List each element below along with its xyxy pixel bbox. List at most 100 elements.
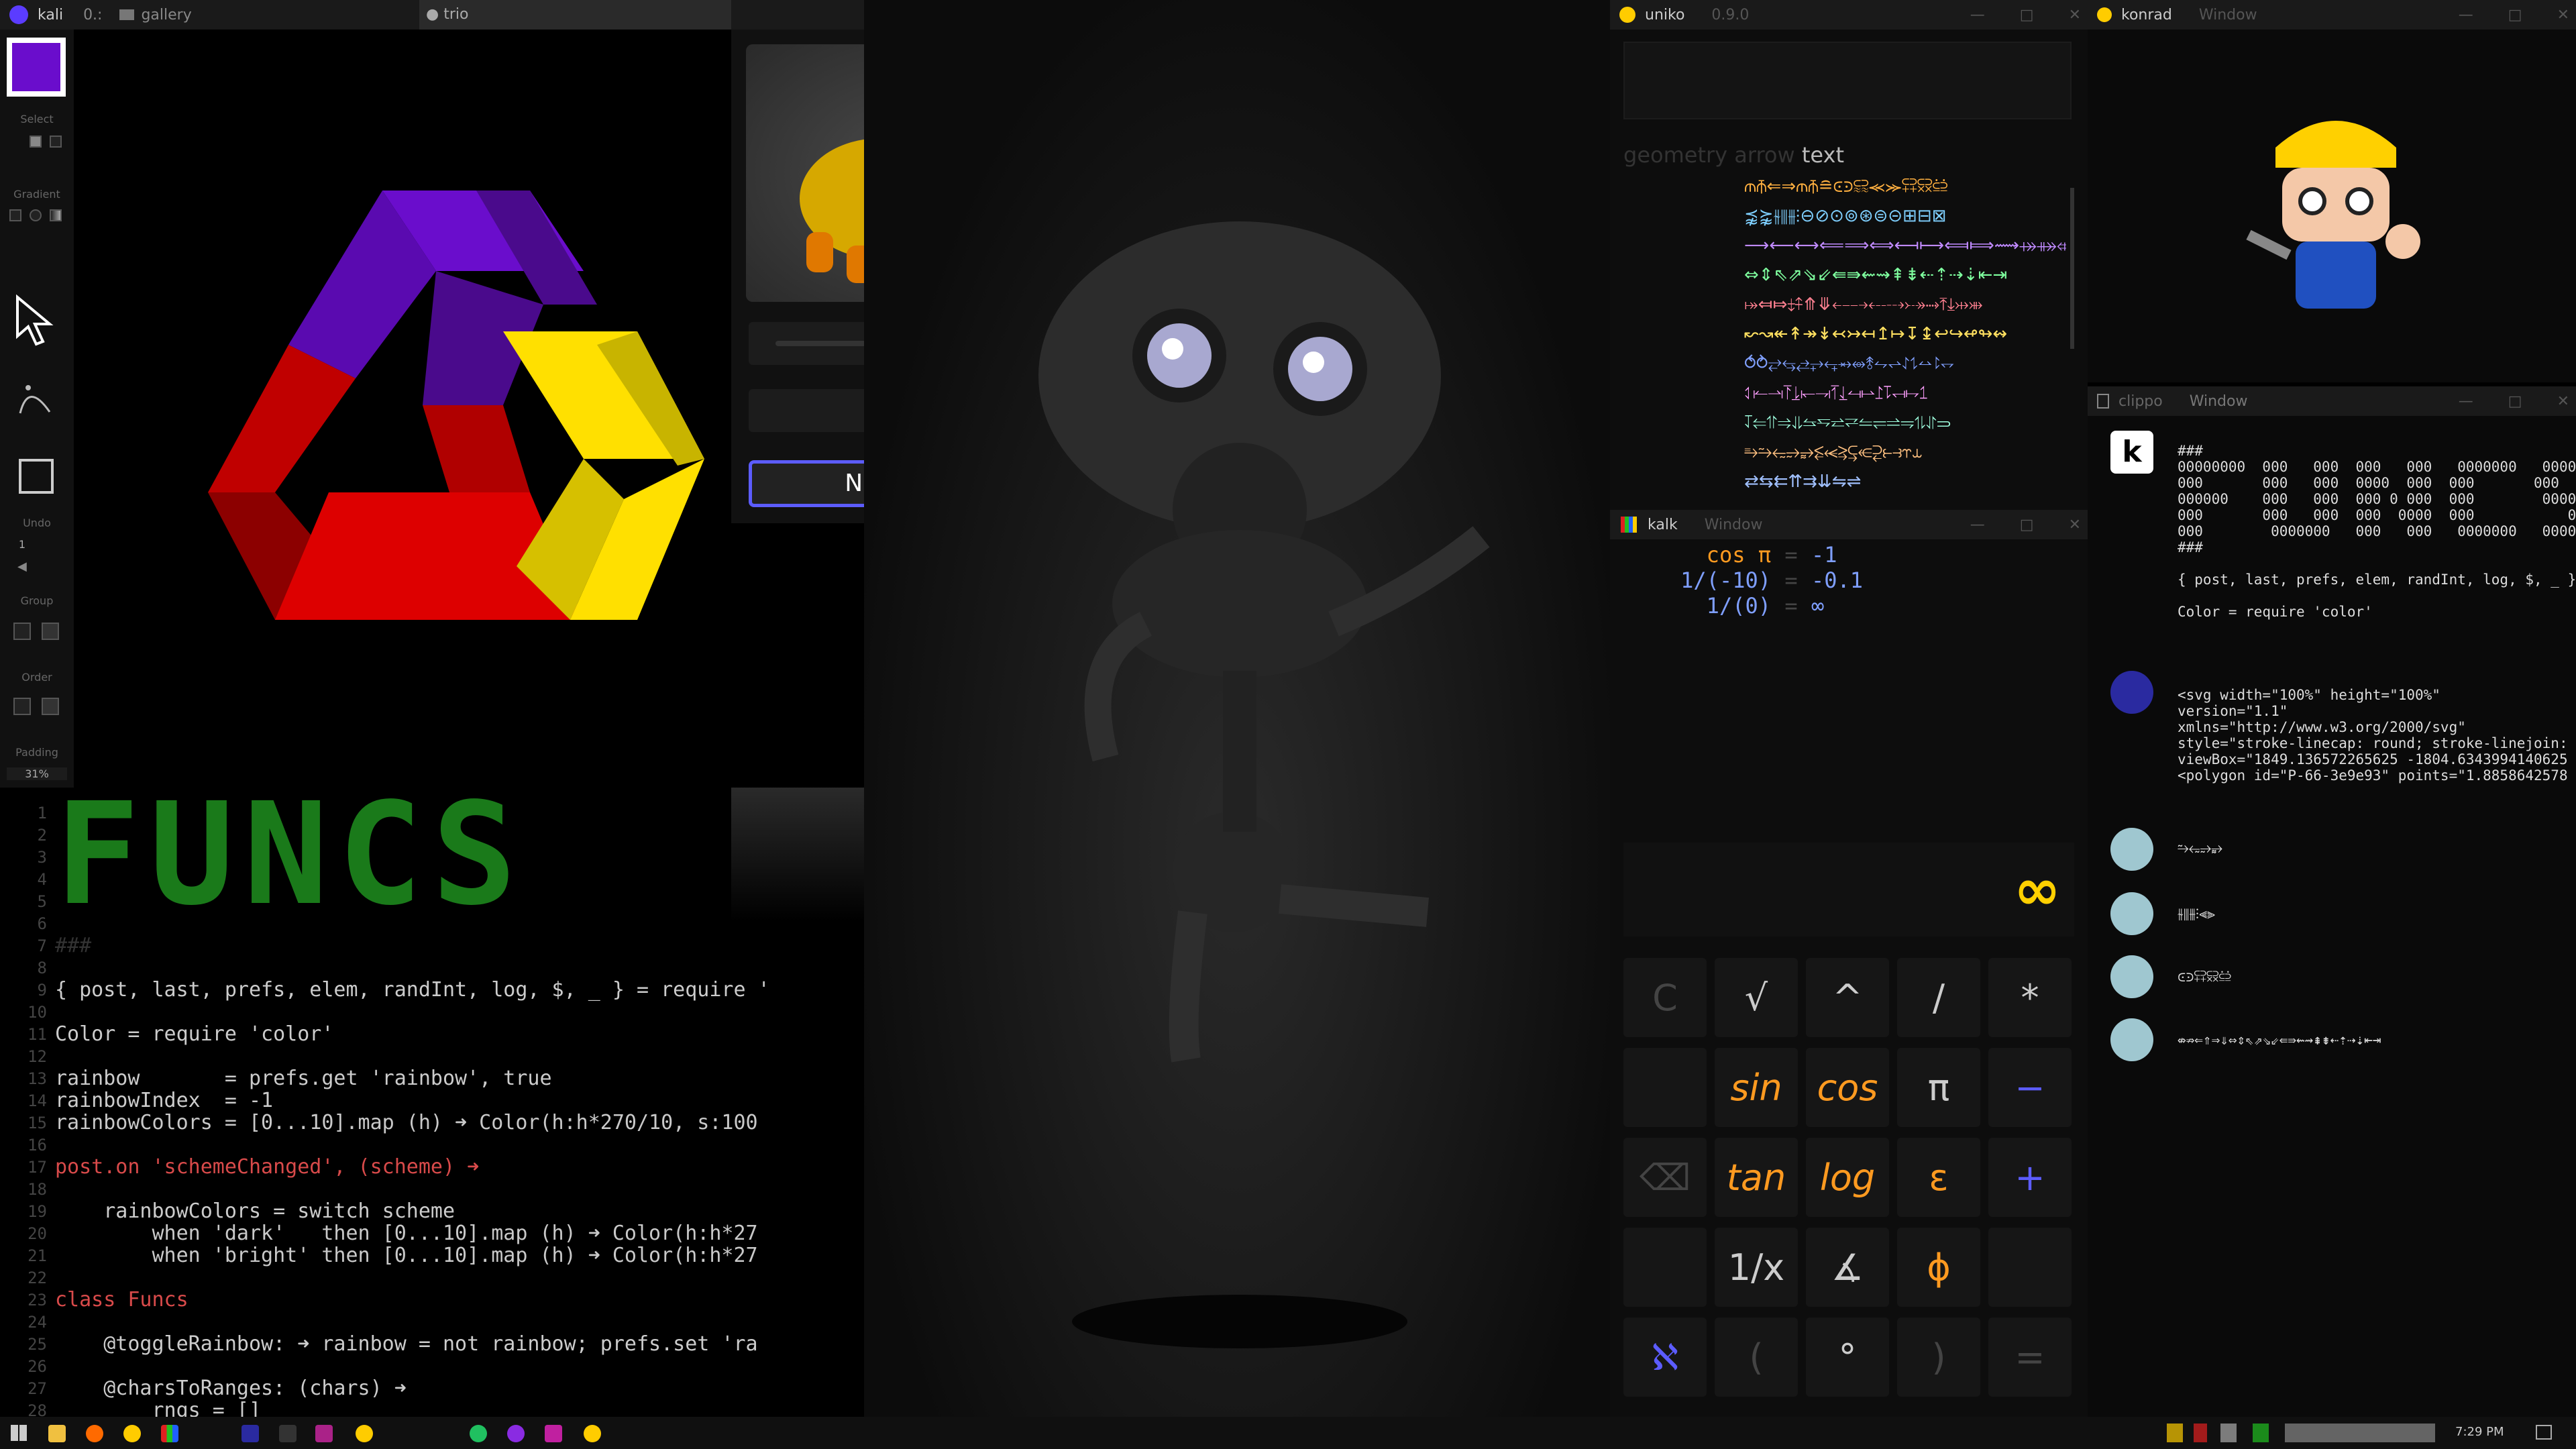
tab-kali[interactable]: kali: [38, 7, 63, 23]
glyph-row[interactable]: ⫙⫚⇐⇒⫙⫚≘⪽⪾⫉⫊⪻⪼⪿⫀⫁⫂⫃⫄: [1744, 172, 2066, 201]
calc-key[interactable]: 1/x: [1715, 1228, 1798, 1307]
glyph-row[interactable]: ⥑⥒⥓⥔⥕⥖⥗⥘⥙⥚⥛⥜⥝⥞⥟⥠: [1744, 378, 2066, 408]
code-line[interactable]: when 'dark' then [0...10].map (h) ➜ Colo…: [55, 1222, 757, 1245]
taskbar-app-icon[interactable]: [315, 1425, 333, 1442]
calc-key[interactable]: ε: [1897, 1138, 1980, 1217]
maximize-icon[interactable]: □: [2020, 517, 2034, 533]
kali-logo-icon[interactable]: [9, 5, 28, 24]
tab-extra[interactable]: 0.:: [83, 7, 102, 23]
taskbar-app-icon[interactable]: [507, 1425, 525, 1442]
taskbar-app-icon[interactable]: [470, 1425, 487, 1442]
gradient-radial-button[interactable]: [30, 209, 42, 221]
maximize-icon[interactable]: □: [2508, 7, 2522, 23]
tab-text[interactable]: text: [1802, 142, 1844, 168]
close-icon[interactable]: ✕: [2557, 393, 2569, 410]
taskbar-explorer-icon[interactable]: [48, 1425, 66, 1442]
glyph-row[interactable]: ⟶⟵⟷⟸⟹⟺⟻⟼⟽⟾⟿⤀⤁⤂⤃⤄: [1744, 231, 2066, 260]
gradient-linear-button[interactable]: [50, 209, 62, 221]
calc-key[interactable]: cos: [1806, 1048, 1889, 1127]
uniko-glyph-grid[interactable]: ⫙⫚⇐⇒⫙⫚≘⪽⪾⫉⫊⪻⪼⪿⫀⫁⫂⫃⫄ ⪹⪺⫳⫴⫵⫶⊖⊘⊙⊚⊛⊜⊝⊞⊟⊠ ⟶⟵⟷⟸⟹…: [1744, 172, 2066, 494]
code-line[interactable]: class Funcs: [55, 1288, 189, 1311]
padding-value[interactable]: 31%: [7, 767, 67, 780]
color-swatch[interactable]: [7, 38, 66, 97]
clip-item[interactable]: ⇎⇏⇐⇑⇒⇓⇔⇕⇖⇗⇘⇙⇚⇛⇜⇝⇞⇟⇠⇡⇢⇣⇤⇥: [2165, 1020, 2576, 1063]
calc-key[interactable]: −: [1988, 1048, 2072, 1127]
calc-key[interactable]: /: [1897, 958, 1980, 1037]
calc-key[interactable]: log: [1806, 1138, 1889, 1217]
order-front-button[interactable]: [13, 698, 31, 715]
select-mode-button[interactable]: [30, 136, 42, 148]
glyph-row[interactable]: ⥱⥲⥳⥴⥵⥶⥷⥸⥹⥺⥻⥼⥽⥾⥿: [1744, 437, 2066, 467]
minimap[interactable]: [731, 788, 864, 922]
pointer-tool-icon[interactable]: [13, 294, 60, 348]
bezier-tool-icon[interactable]: [15, 378, 55, 419]
taskbar-app-icon[interactable]: [584, 1425, 601, 1442]
close-icon[interactable]: ✕: [2069, 517, 2081, 533]
select-mode-button-2[interactable]: [50, 136, 62, 148]
calc-key[interactable]: °: [1806, 1318, 1889, 1397]
calc-key[interactable]: ): [1897, 1318, 1980, 1397]
minimize-icon[interactable]: —: [2459, 7, 2473, 23]
calc-key[interactable]: tan: [1715, 1138, 1798, 1217]
calc-key[interactable]: ∡: [1806, 1228, 1889, 1307]
clip-item[interactable]: ### 00000000 000 000 000 000 0000000 000…: [2165, 433, 2576, 655]
glyph-row[interactable]: ⪹⪺⫳⫴⫵⫶⊖⊘⊙⊚⊛⊜⊝⊞⊟⊠: [1744, 201, 2066, 231]
maximize-icon[interactable]: □: [2508, 393, 2522, 410]
taskbar-konrad-icon[interactable]: [123, 1425, 141, 1442]
code-line[interactable]: post.on 'schemeChanged', (scheme) ➜: [55, 1155, 479, 1179]
taskbar-kali-icon[interactable]: [241, 1425, 259, 1442]
calc-key[interactable]: *: [1988, 958, 2072, 1037]
clip-item[interactable]: ⥲⥳⥴⥵: [2165, 828, 2239, 871]
maximize-icon[interactable]: □: [2020, 7, 2034, 23]
notification-icon[interactable]: [2536, 1425, 2552, 1440]
calc-key[interactable]: =: [1988, 1318, 2072, 1397]
code-line[interactable]: rainbowColors = switch scheme: [55, 1199, 455, 1223]
code-line[interactable]: Color = require 'color': [55, 1022, 333, 1046]
tab-gallery[interactable]: gallery: [141, 7, 191, 23]
taskbar-firefox-icon[interactable]: [86, 1425, 103, 1442]
history-row[interactable]: 1/(-10) = -0.1: [1623, 568, 1863, 593]
taskbar-uniko-icon[interactable]: [356, 1425, 373, 1442]
history-row[interactable]: cos π = -1: [1623, 542, 1863, 568]
code-line[interactable]: rngs = []: [55, 1399, 261, 1417]
glyph-row[interactable]: ⇔⇕⇖⇗⇘⇙⇚⇛⇜⇝⇞⇟⇠⇡⇢⇣⇤⇥: [1744, 260, 2066, 290]
code-line[interactable]: @toggleRainbow: ➜ rainbow = not rainbow;…: [55, 1332, 757, 1356]
calc-key[interactable]: [1623, 1048, 1707, 1127]
taskbar-app-icon[interactable]: [279, 1425, 297, 1442]
tab-arrow[interactable]: arrow: [1734, 142, 1794, 168]
calc-key[interactable]: √: [1715, 958, 1798, 1037]
tab-geometry[interactable]: geometry: [1623, 142, 1727, 168]
code-line[interactable]: when 'bright' then [0...10].map (h) ➜ Co…: [55, 1244, 757, 1267]
glyph-row[interactable]: ⥡⥢⥣⥤⥥⥦⥧⥨⥩⥪⥫⥬⥭⥮⥯⥰: [1744, 408, 2066, 437]
rect-tool-icon[interactable]: [19, 459, 54, 494]
taskbar-clock[interactable]: 7:29 PM: [2455, 1425, 2504, 1439]
uniko-search-input[interactable]: [1623, 42, 2072, 119]
group-button[interactable]: [13, 623, 31, 640]
minimize-icon[interactable]: —: [1970, 517, 1985, 533]
glyph-row[interactable]: ⤅⤆⤇⤈⤉⤊⤋⤌⤍⤎⤏⤐⤑⤒⤓⤔⤕: [1744, 290, 2066, 319]
calc-key[interactable]: +: [1988, 1138, 2072, 1217]
calc-key[interactable]: π: [1897, 1048, 1980, 1127]
calc-key[interactable]: ⌫: [1623, 1138, 1707, 1217]
order-back-button[interactable]: [42, 698, 59, 715]
uniko-scrollbar[interactable]: [2070, 188, 2074, 349]
calc-key[interactable]: ^: [1806, 958, 1889, 1037]
code-line[interactable]: rainbowIndex = -1: [55, 1089, 273, 1112]
calc-key[interactable]: ϕ: [1897, 1228, 1980, 1307]
code-line[interactable]: rainbowColors = [0...10].map (h) ➜ Color…: [55, 1111, 758, 1134]
glyph-row[interactable]: ⇄⇆⇇⇈⇉⇊⇋⇌: [1744, 467, 2066, 494]
glyph-row[interactable]: ⥀⥁⥂⥃⥄⥅⥆⥇⥈⥉⥊⥋⥌⥍⥎⥏⥐: [1744, 349, 2066, 378]
taskbar-kalk-icon[interactable]: [161, 1425, 178, 1442]
minimize-icon[interactable]: —: [2459, 393, 2473, 410]
glyph-row[interactable]: ↜↝↞↟↠↡↢↣↤↥↦↧↨↩↪↫↬↭: [1744, 319, 2066, 349]
code-line[interactable]: ###: [55, 934, 91, 957]
close-icon[interactable]: ✕: [2557, 7, 2569, 23]
calc-key[interactable]: [1623, 1228, 1707, 1307]
calc-key[interactable]: C: [1623, 958, 1707, 1037]
calc-key[interactable]: [1988, 1228, 2072, 1307]
ungroup-button[interactable]: [42, 623, 59, 640]
start-button[interactable]: [11, 1425, 27, 1441]
tab-trio[interactable]: ● trio: [419, 0, 731, 30]
clip-item[interactable]: ⪽⪾⪿⫀⫁⫂⫃⫄: [2165, 957, 2297, 1000]
history-row[interactable]: 1/(0) = ∞: [1623, 593, 1863, 619]
